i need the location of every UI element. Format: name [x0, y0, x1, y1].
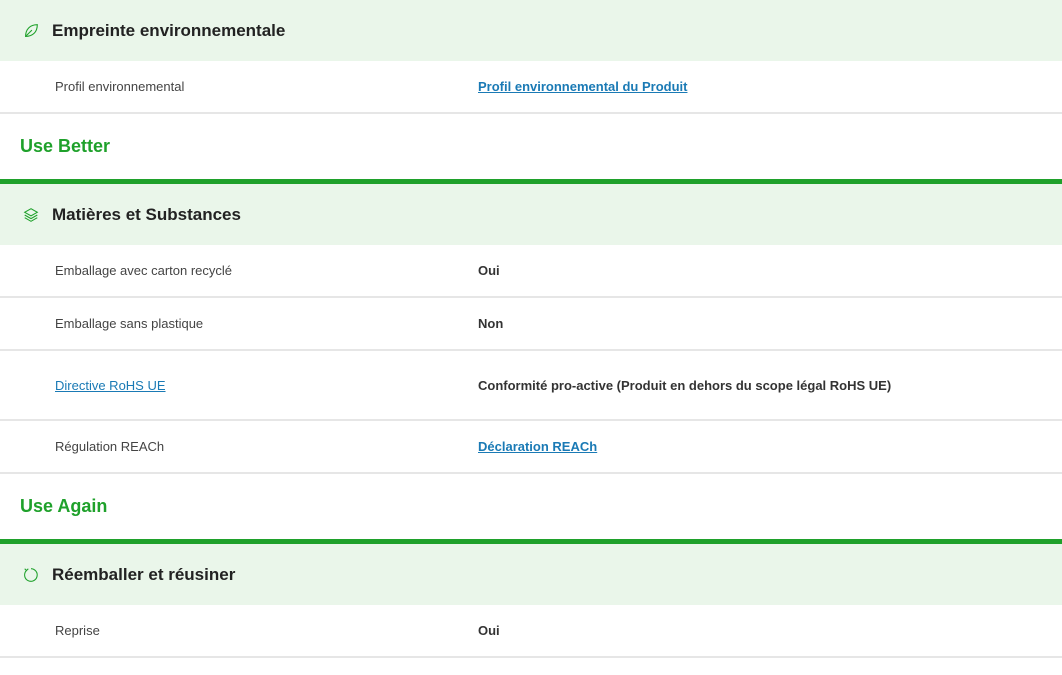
rohs-directive-link[interactable]: Directive RoHS UE [55, 378, 166, 393]
group-use-again: Use Again [0, 474, 1062, 544]
row-label: Régulation REACh [55, 439, 165, 454]
table-row: Emballage avec carton recyclé Oui [0, 245, 1062, 298]
table-row: Profil environnemental Profil environnem… [0, 61, 1062, 114]
row-value: Oui [478, 263, 500, 278]
table-row: Directive RoHS UE Conformité pro-active … [0, 351, 1062, 421]
row-value: Conformité pro-active (Produit en dehors… [478, 377, 892, 393]
table-row: Reprise Oui [0, 605, 1062, 658]
table-row: Régulation REACh Déclaration REACh [0, 421, 1062, 474]
row-label: Emballage sans plastique [55, 316, 204, 331]
row-label: Reprise [55, 623, 100, 638]
profil-environnemental-link[interactable]: Profil environnemental du Produit [478, 79, 687, 94]
table-row: Emballage sans plastique Non [0, 298, 1062, 351]
section-header-reemballer: Réemballer et réusiner [0, 544, 1062, 605]
layers-icon [20, 204, 42, 226]
section-title: Réemballer et réusiner [52, 564, 236, 584]
section-title: Matières et Substances [52, 204, 241, 224]
row-label: Profil environnemental [55, 79, 185, 94]
section-header-matieres: Matières et Substances [0, 184, 1062, 245]
section-header-empreinte: Empreinte environnementale [0, 0, 1062, 61]
leaf-icon [20, 20, 42, 42]
group-title: Use Better [20, 136, 111, 156]
reach-declaration-link[interactable]: Déclaration REACh [478, 439, 597, 454]
row-value: Non [478, 316, 504, 331]
section-title: Empreinte environnementale [52, 20, 286, 40]
group-title: Use Again [20, 496, 108, 516]
refresh-icon [20, 564, 42, 586]
row-value: Oui [478, 623, 500, 638]
group-use-better: Use Better [0, 114, 1062, 184]
row-label: Emballage avec carton recyclé [55, 263, 233, 278]
